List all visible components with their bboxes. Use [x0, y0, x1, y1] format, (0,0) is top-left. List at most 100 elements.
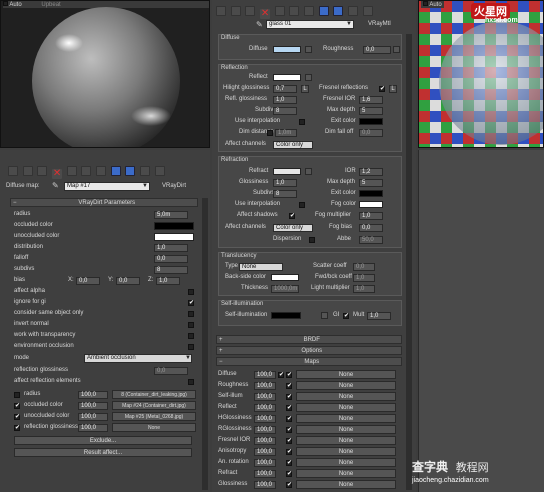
map-slot-button[interactable]: None [296, 458, 396, 467]
map-enable-checkbox[interactable]: ✔ [286, 383, 292, 389]
unoccluded-color-swatch[interactable] [154, 233, 194, 241]
show-map-icon[interactable] [110, 166, 121, 176]
scatter-coeff-spinner[interactable]: 0,0 [353, 263, 375, 271]
diffuse-map-button[interactable] [305, 46, 312, 53]
map-enable-checkbox[interactable]: ✔ [286, 405, 292, 411]
map-amount[interactable]: 100,0 [254, 371, 276, 379]
refr-subdivs-spinner[interactable]: 8 [273, 190, 297, 198]
reflect-map-button[interactable] [305, 74, 312, 81]
invert-normal-checkbox[interactable] [188, 322, 194, 328]
subdivs-spinner[interactable]: 8 [154, 266, 188, 274]
get-material-icon[interactable] [8, 166, 18, 176]
map-enable-checkbox[interactable]: ✔ [286, 416, 292, 422]
map-name-field[interactable]: Map #17 [64, 182, 150, 191]
diffuse-color-swatch[interactable] [273, 46, 301, 53]
show-map-icon-2[interactable] [318, 6, 329, 16]
distribution-spinner[interactable]: 1,0 [154, 244, 188, 252]
radius-spinner[interactable]: 5,0m [154, 211, 188, 219]
ior-spinner[interactable]: 1,2 [359, 168, 383, 176]
bias-y-spinner[interactable]: 0,0 [116, 277, 140, 285]
affect-shadows-checkbox[interactable]: ✔ [289, 213, 295, 219]
map-enable-checkbox[interactable]: ✔ [278, 372, 284, 378]
map-slot-button[interactable]: None [296, 436, 396, 445]
fog-mult-spinner[interactable]: 1,0 [359, 212, 383, 220]
go-sibling-icon[interactable] [154, 166, 165, 176]
transparency-checkbox[interactable] [188, 333, 194, 339]
put-to-scene-icon[interactable] [22, 166, 33, 176]
map-enable-checkbox[interactable]: ✔ [286, 427, 292, 433]
sample-slot-glass[interactable]: Auto 火星网 hxsd.com [418, 0, 544, 148]
fresnel-checkbox[interactable]: ✔ [379, 86, 385, 92]
map-type-label[interactable]: VRayDirt [162, 182, 186, 190]
ignore-gi-checkbox[interactable]: ✔ [188, 300, 194, 306]
refr-gloss-spinner[interactable]: 1,0 [273, 179, 297, 187]
map-slot-button[interactable]: None [296, 381, 396, 390]
map-amount[interactable]: 100,0 [254, 426, 276, 434]
copy-material-icon[interactable] [66, 166, 77, 176]
go-parent-icon[interactable] [140, 166, 151, 176]
get-material-icon-2[interactable] [216, 6, 226, 16]
material-id-icon-2[interactable] [304, 6, 315, 16]
map-amount[interactable]: 100,0 [254, 437, 276, 445]
map-radius-checkbox[interactable] [14, 392, 20, 398]
map-enable-checkbox[interactable]: ✔ [286, 471, 292, 477]
copy-material-icon-2[interactable] [274, 6, 285, 16]
assign-material-icon-2[interactable] [245, 6, 256, 16]
map-amount[interactable]: 100,0 [254, 382, 276, 390]
show-end-result-icon-2[interactable] [333, 6, 344, 16]
map-radius-amount[interactable]: 100,0 [78, 391, 108, 399]
refl-subdivs-spinner[interactable]: 8 [273, 107, 297, 115]
refr-exit-color-swatch[interactable] [359, 190, 383, 197]
affect-alpha-checkbox[interactable] [188, 289, 194, 295]
mode-dropdown[interactable]: Ambient occlusion [84, 354, 192, 363]
map-refl-gloss-amount[interactable]: 100,0 [78, 424, 108, 432]
selfillum-mult-spinner[interactable]: 1,0 [367, 312, 391, 320]
reset-map-icon[interactable]: ✕ [52, 169, 63, 179]
map-unoccluded-amount[interactable]: 100,0 [78, 413, 108, 421]
material-id-icon[interactable] [96, 166, 107, 176]
auto-checkbox-2[interactable] [423, 1, 428, 6]
refl-affect-ch-dropdown[interactable]: Color only [273, 141, 313, 149]
map-enable-checkbox[interactable]: ✔ [286, 438, 292, 444]
unique-icon[interactable] [81, 166, 92, 176]
options-rollout[interactable]: + Options [216, 346, 402, 355]
result-affect-button[interactable]: Result affect... [14, 448, 192, 457]
roughness-map-button[interactable] [393, 46, 400, 53]
left-scrollbar[interactable] [202, 198, 208, 490]
occluded-color-swatch[interactable] [154, 222, 194, 230]
fresnel-lock-button[interactable]: L [389, 85, 397, 93]
show-end-result-icon[interactable] [125, 166, 136, 176]
eyedropper-icon-2[interactable]: ✎ [256, 20, 263, 29]
refr-use-interp-checkbox[interactable] [299, 202, 305, 208]
selfillum-map-button[interactable] [321, 312, 328, 319]
dim-distance-checkbox[interactable] [267, 130, 273, 136]
map-occluded-checkbox[interactable]: ✔ [14, 403, 20, 409]
map-slot-button[interactable]: None [296, 414, 396, 423]
dim-falloff-spinner[interactable]: 0,0 [359, 129, 383, 137]
map-slot-button[interactable]: None [296, 392, 396, 401]
hilight-lock-button[interactable]: L [301, 85, 309, 93]
map-slot-button[interactable]: None [296, 469, 396, 478]
map-amount[interactable]: 100,0 [254, 459, 276, 467]
reflect-color-swatch[interactable] [273, 74, 301, 81]
map-amount[interactable]: 100,0 [254, 470, 276, 478]
fog-color-swatch[interactable] [359, 201, 383, 208]
fwd-bck-spinner[interactable]: 1,0 [353, 274, 375, 282]
refr-affect-ch-dropdown[interactable]: Color only [273, 224, 313, 232]
map-occluded-button[interactable]: Map #24 (Container_dirt.jpg) [112, 401, 196, 410]
refract-map-button[interactable] [305, 168, 312, 175]
refr-max-depth-spinner[interactable]: 5 [359, 179, 383, 187]
bias-x-spinner[interactable]: 0,0 [76, 277, 100, 285]
map-amount[interactable]: 100,0 [254, 448, 276, 456]
map-unoccluded-checkbox[interactable]: ✔ [14, 414, 20, 420]
map-name-dropdown-icon[interactable]: ▼ [142, 183, 148, 189]
dispersion-checkbox[interactable] [309, 237, 315, 243]
maps-rollout[interactable]: − Maps [216, 357, 402, 366]
go-parent-icon-2[interactable] [348, 6, 359, 16]
map-slot-button[interactable]: None [296, 370, 396, 379]
map-enable-checkbox-2[interactable]: ✔ [286, 372, 292, 378]
map-occluded-amount[interactable]: 100,0 [78, 402, 108, 410]
map-amount[interactable]: 100,0 [254, 481, 276, 489]
affect-refl-checkbox[interactable] [188, 379, 194, 385]
backside-color-swatch[interactable] [271, 274, 299, 281]
